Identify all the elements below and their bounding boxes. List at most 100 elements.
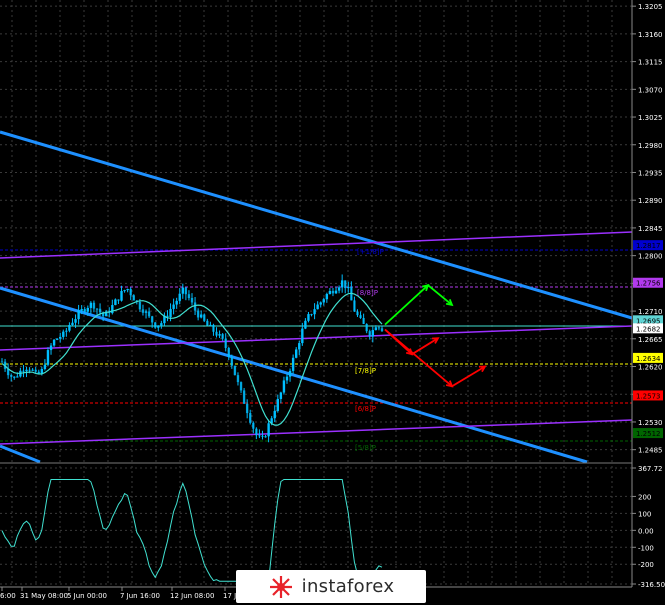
candle[interactable]: [365, 323, 368, 332]
candle[interactable]: [328, 290, 332, 294]
indicator-axis[interactable]: 367.72 200 100 0.00 -100 -200 -316.508: [632, 465, 665, 589]
candle[interactable]: [261, 435, 264, 437]
candle[interactable]: [199, 314, 203, 318]
candle[interactable]: [294, 349, 298, 358]
candle[interactable]: [74, 319, 77, 323]
candle[interactable]: [157, 325, 160, 328]
candle[interactable]: [356, 311, 359, 316]
price-panel[interactable]: [+1/8]P [8/8]P [7/8]P [6/8]P [5/8]P: [0, 0, 633, 464]
trading-chart[interactable]: [+1/8]P [8/8]P [7/8]P [6/8]P [5/8]P 1.32…: [0, 0, 665, 605]
candle[interactable]: [0, 361, 4, 363]
candle[interactable]: [178, 293, 181, 301]
candle[interactable]: [242, 390, 246, 404]
candle[interactable]: [141, 309, 145, 313]
candle[interactable]: [132, 295, 135, 301]
candle[interactable]: [371, 330, 375, 337]
candle[interactable]: [65, 330, 68, 332]
candle[interactable]: [160, 323, 163, 326]
candle[interactable]: [273, 410, 276, 419]
candle[interactable]: [337, 287, 341, 291]
candle[interactable]: [258, 435, 261, 437]
candle[interactable]: [245, 403, 249, 414]
candle[interactable]: [46, 350, 50, 365]
candle[interactable]: [169, 308, 172, 318]
candle[interactable]: [196, 310, 200, 318]
candle[interactable]: [316, 304, 319, 310]
candle[interactable]: [62, 331, 65, 337]
candle[interactable]: [190, 298, 194, 303]
candle[interactable]: [144, 311, 148, 313]
candle[interactable]: [267, 423, 270, 437]
candle[interactable]: [22, 370, 25, 372]
candle[interactable]: [37, 371, 40, 374]
candle[interactable]: [52, 339, 56, 346]
candle[interactable]: [252, 422, 255, 429]
candle[interactable]: [298, 343, 301, 350]
candle[interactable]: [212, 324, 215, 332]
candle[interactable]: [374, 327, 378, 331]
candle[interactable]: [307, 314, 310, 321]
candle[interactable]: [13, 376, 16, 378]
candle[interactable]: [215, 331, 218, 336]
candle[interactable]: [80, 309, 83, 311]
candle[interactable]: [233, 365, 237, 376]
candle[interactable]: [126, 288, 129, 291]
candle[interactable]: [49, 345, 53, 351]
candle[interactable]: [28, 369, 31, 371]
candle[interactable]: [34, 369, 37, 372]
candle[interactable]: [227, 347, 230, 358]
candle[interactable]: [236, 375, 240, 383]
candle[interactable]: [83, 309, 86, 312]
candle[interactable]: [40, 369, 44, 374]
candle[interactable]: [340, 280, 344, 288]
candle[interactable]: [347, 286, 350, 289]
candle[interactable]: [288, 370, 292, 377]
candle[interactable]: [362, 317, 365, 324]
candle[interactable]: [310, 314, 313, 316]
cci-indicator-panel[interactable]: [0, 465, 632, 587]
candle[interactable]: [181, 287, 185, 294]
candle[interactable]: [16, 376, 19, 378]
candle[interactable]: [184, 287, 188, 295]
candle[interactable]: [353, 300, 356, 312]
candle[interactable]: [322, 299, 325, 303]
candle[interactable]: [129, 288, 132, 296]
candle[interactable]: [98, 308, 102, 313]
candle[interactable]: [120, 290, 123, 301]
candle[interactable]: [279, 392, 283, 399]
candle[interactable]: [344, 280, 347, 289]
candle[interactable]: [334, 290, 338, 294]
candle[interactable]: [77, 310, 80, 320]
candle[interactable]: [43, 364, 47, 370]
candle[interactable]: [319, 302, 322, 305]
candle[interactable]: [276, 398, 280, 411]
candle[interactable]: [304, 320, 307, 329]
candle[interactable]: [285, 376, 289, 381]
candle[interactable]: [154, 322, 157, 328]
candle[interactable]: [325, 293, 329, 300]
candle[interactable]: [206, 320, 209, 326]
candle[interactable]: [31, 369, 34, 371]
candle[interactable]: [172, 304, 175, 309]
candle[interactable]: [123, 290, 126, 292]
candle[interactable]: [86, 307, 90, 312]
candle[interactable]: [368, 331, 371, 337]
candle[interactable]: [221, 334, 224, 339]
candle[interactable]: [114, 299, 117, 306]
candle[interactable]: [255, 428, 258, 436]
candle[interactable]: [193, 302, 197, 311]
candle[interactable]: [68, 325, 71, 331]
candle[interactable]: [55, 338, 59, 340]
candle[interactable]: [249, 413, 252, 423]
candle[interactable]: [313, 309, 316, 315]
candle[interactable]: [25, 369, 28, 372]
candle[interactable]: [209, 324, 212, 326]
candle[interactable]: [59, 336, 62, 339]
candle[interactable]: [117, 299, 120, 301]
candle[interactable]: [230, 357, 234, 366]
candle[interactable]: [92, 302, 96, 309]
candle[interactable]: [291, 357, 295, 371]
candle[interactable]: [147, 311, 151, 317]
candle[interactable]: [359, 315, 362, 318]
candle[interactable]: [331, 290, 335, 294]
